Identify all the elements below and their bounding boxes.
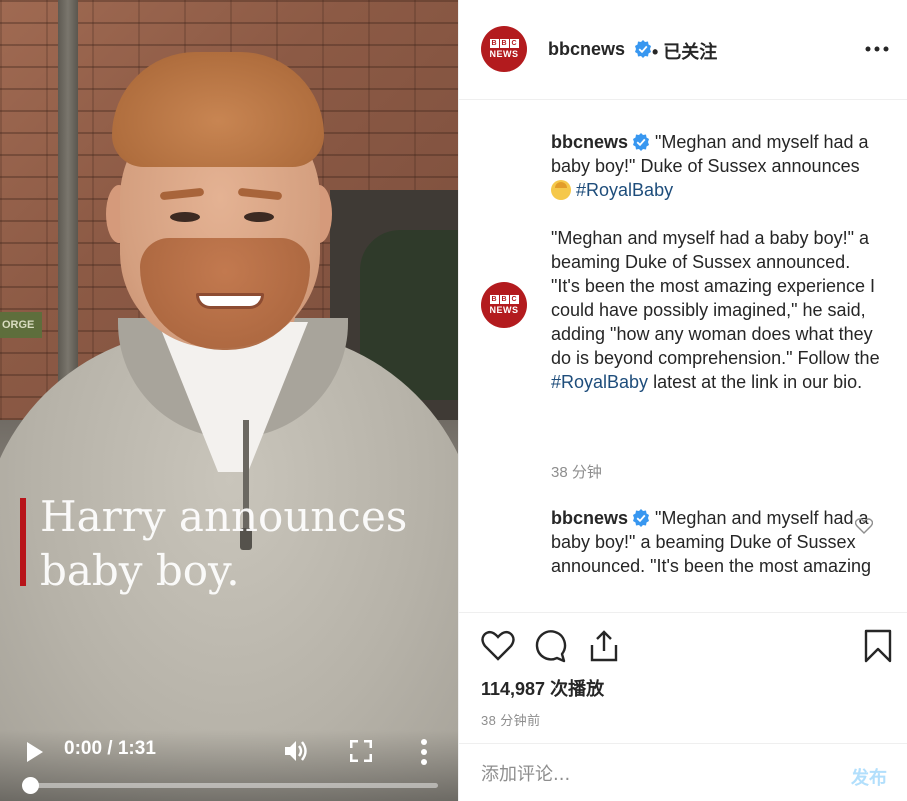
heart-icon[interactable] — [481, 629, 515, 663]
comment-item: bbcnews "Meghan and myself had a baby bo… — [551, 506, 881, 578]
more-horizontal-icon[interactable] — [865, 46, 889, 52]
add-comment-input[interactable] — [481, 764, 801, 785]
bbc-logo: B B C — [489, 295, 519, 304]
caption-avatar[interactable]: B B C NEWS — [481, 282, 527, 328]
more-vertical-icon[interactable] — [418, 738, 430, 766]
news-label: NEWS — [489, 305, 519, 315]
right-eye — [244, 212, 274, 222]
share-icon[interactable] — [587, 629, 621, 663]
play-icon[interactable] — [22, 740, 46, 764]
instagram-post-window: ORGE Harry announces baby boy. 0:00 / 1:… — [0, 0, 907, 801]
post-body-caption: "Meghan and myself had a baby boy!" a be… — [551, 226, 881, 394]
bbc-letter: C — [509, 295, 519, 304]
video-player[interactable]: ORGE Harry announces baby boy. 0:00 / 1:… — [0, 0, 458, 801]
add-comment-bar: 发布 — [459, 743, 907, 801]
bbc-letter: B — [499, 39, 509, 48]
body-text-part-2: latest at the link in our bio. — [648, 372, 863, 392]
caption-username[interactable]: bbcnews — [551, 132, 628, 152]
comment-like-icon[interactable] — [855, 518, 873, 534]
caption-red-bar — [20, 498, 26, 586]
verified-icon — [633, 509, 650, 527]
bbc-letter: B — [489, 295, 499, 304]
views-label: 次播放 — [550, 679, 605, 699]
comment-username[interactable]: bbcnews — [551, 508, 628, 528]
caption-headline: Harry announces baby boy. — [40, 492, 408, 595]
baby-emoji-icon — [551, 180, 571, 200]
video-controls: 0:00 / 1:31 — [0, 730, 458, 801]
post-side-panel: B B C NEWS bbcnews • 已关注 bbcnews "Meghan… — [458, 0, 907, 801]
bbc-letter: B — [489, 39, 499, 48]
comments-area[interactable]: bbcnews "Meghan and myself had a baby bo… — [459, 100, 907, 612]
video-time-display: 0:00 / 1:31 — [64, 738, 156, 759]
bbc-logo: B B C — [489, 39, 519, 48]
header-username-text: bbcnews — [548, 39, 626, 59]
fullscreen-icon[interactable] — [350, 740, 372, 762]
volume-icon[interactable] — [283, 738, 309, 764]
bbc-letter: C — [509, 39, 519, 48]
hair — [112, 52, 324, 167]
progress-track[interactable] — [30, 783, 438, 788]
caption-hashtag[interactable]: #RoyalBaby — [576, 180, 673, 200]
body-text-part-1: "Meghan and myself had a baby boy!" a be… — [551, 228, 880, 368]
post-time-ago: 38 分钟前 — [481, 713, 541, 728]
header-username[interactable]: bbcnews — [548, 39, 652, 60]
comment-icon[interactable] — [533, 629, 567, 663]
left-eye — [170, 212, 200, 222]
views-count: 114,987 次播放 — [481, 675, 604, 701]
post-title-caption: bbcnews "Meghan and myself had a baby bo… — [551, 130, 881, 202]
bbc-letter: B — [499, 295, 509, 304]
body-hashtag[interactable]: #RoyalBaby — [551, 372, 648, 392]
views-number: 114,987 — [481, 679, 546, 699]
smile — [196, 293, 264, 309]
bbcnews-avatar[interactable]: B B C NEWS — [481, 26, 527, 72]
person-figure — [0, 0, 458, 801]
verified-icon — [633, 133, 650, 151]
bookmark-icon[interactable] — [861, 629, 895, 663]
progress-scrubber[interactable] — [22, 777, 39, 794]
follow-status[interactable]: • 已关注 — [652, 38, 717, 64]
post-actions: 114,987 次播放 38 分钟前 — [459, 612, 907, 742]
post-header: B B C NEWS bbcnews • 已关注 — [459, 0, 907, 100]
verified-icon — [635, 40, 652, 58]
post-comment-button[interactable]: 发布 — [851, 764, 887, 790]
news-label: NEWS — [489, 49, 519, 59]
caption-timestamp: 38 分钟 — [551, 464, 602, 481]
